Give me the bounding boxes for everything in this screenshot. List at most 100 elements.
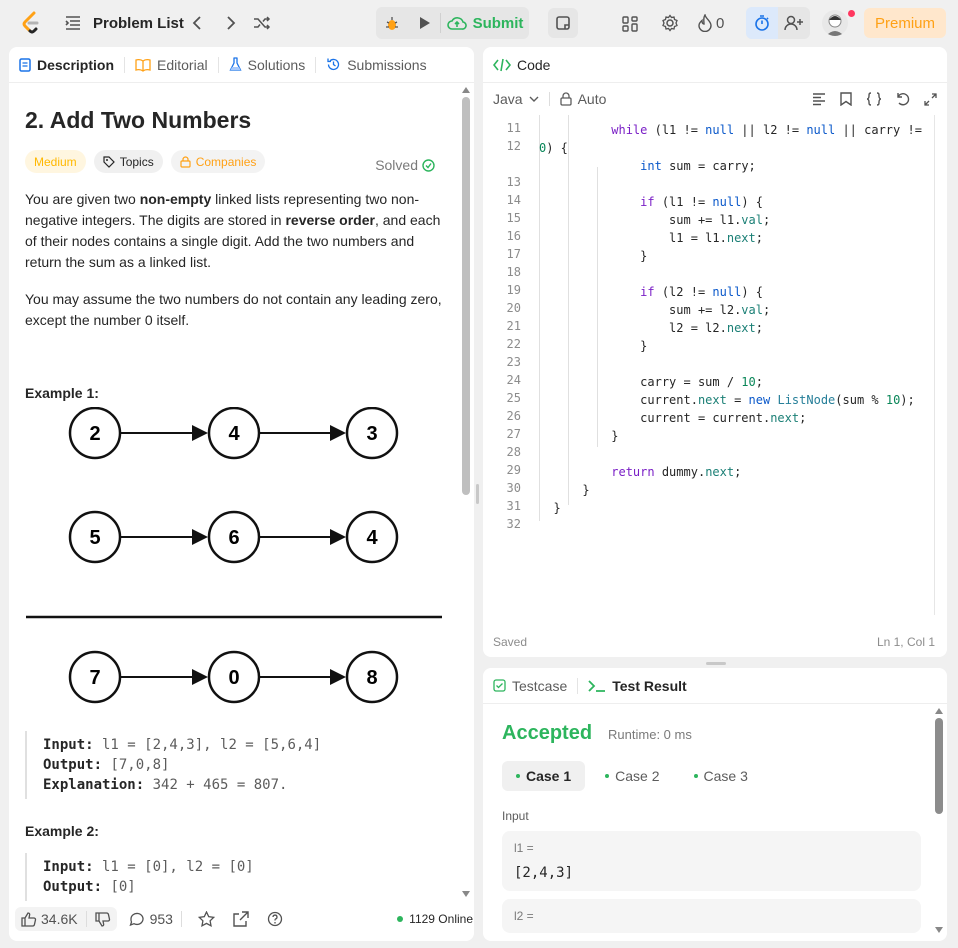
- cursor-position: Ln 1, Col 1: [876, 635, 935, 649]
- result-content: Accepted Runtime: 0 ms Case 1 Case 2 Cas…: [502, 704, 921, 933]
- thumbs-down-icon[interactable]: [94, 911, 111, 927]
- history-icon: [327, 58, 340, 71]
- add-user-icon[interactable]: [778, 7, 810, 39]
- line-number: 28: [506, 445, 521, 459]
- vertical-resize-handle[interactable]: [476, 484, 479, 504]
- language-select[interactable]: Java: [493, 91, 539, 107]
- comments-button[interactable]: 953: [129, 911, 173, 927]
- tab-solutions-label: Solutions: [247, 56, 306, 73]
- streak-count: 0: [716, 14, 725, 32]
- timer-icon[interactable]: [746, 7, 778, 39]
- tab-case-3[interactable]: Case 3: [680, 761, 762, 791]
- line-number: 32: [506, 517, 521, 531]
- comment-icon: [129, 912, 144, 926]
- submit-label: Submit: [472, 14, 524, 32]
- topics-label: Topics: [119, 154, 154, 169]
- line-number: 23: [506, 355, 521, 369]
- code-content: while (l1 != null || l2 != null || carry…: [539, 123, 922, 515]
- line-number: 11: [506, 121, 521, 135]
- problem-statement: You are given two non-empty linked lists…: [25, 191, 441, 270]
- tab-case-1[interactable]: Case 1: [502, 761, 586, 791]
- next-problem-icon[interactable]: [222, 14, 240, 32]
- problem-constraint-note: You may assume the two numbers do not co…: [25, 291, 442, 328]
- problem-title[interactable]: 2. Add Two Numbers: [25, 107, 451, 134]
- like-count: 34.6K: [41, 911, 78, 927]
- topics-chip[interactable]: Topics: [93, 150, 163, 173]
- line-number: 21: [506, 319, 521, 333]
- flask-icon: [229, 57, 242, 71]
- tab-case-2[interactable]: Case 2: [591, 761, 673, 791]
- submit-button[interactable]: Submit: [441, 7, 529, 39]
- list-node-value: 3: [366, 423, 377, 445]
- lock-icon: [559, 92, 572, 106]
- leetcode-logo-icon[interactable]: [20, 11, 42, 35]
- shuffle-icon[interactable]: [252, 13, 272, 33]
- line-number: 15: [506, 211, 521, 225]
- run-button[interactable]: [408, 7, 440, 39]
- verdict-label: Accepted: [502, 722, 593, 744]
- list-node-value: 4: [366, 527, 378, 549]
- description-panel: Description Editorial Solutions Submissi…: [9, 47, 474, 941]
- checkbox-icon: [493, 679, 506, 692]
- tab-testcase[interactable]: Testcase: [483, 678, 577, 694]
- result-scrollbar[interactable]: [934, 708, 944, 933]
- avatar[interactable]: [822, 10, 848, 36]
- line-number: 20: [506, 301, 521, 315]
- help-icon[interactable]: [267, 911, 283, 927]
- tab-code[interactable]: Code: [483, 57, 560, 73]
- l1-value: [2,4,3]: [514, 865, 574, 881]
- settings-gear-icon[interactable]: [660, 13, 680, 33]
- auto-mode-toggle[interactable]: Auto: [559, 91, 606, 107]
- line-number: 25: [506, 391, 521, 405]
- expand-icon[interactable]: [924, 92, 937, 106]
- tab-solutions[interactable]: Solutions: [219, 57, 316, 73]
- input-l1-box: l1 = [2,4,3]: [502, 831, 921, 891]
- companies-label: Companies: [195, 154, 257, 169]
- description-tabs: Description Editorial Solutions Submissi…: [9, 47, 474, 83]
- online-count: 1129 Online: [409, 912, 473, 926]
- star-icon[interactable]: [197, 911, 215, 927]
- test-result-panel: Testcase Test Result Accepted Runtime: 0…: [483, 668, 947, 941]
- problem-list-link[interactable]: Problem List: [93, 15, 184, 32]
- tab-editorial[interactable]: Editorial: [125, 57, 218, 73]
- code-editor[interactable]: 11 12 13 14 15 16 17 18 19 20 21 22 23 24 25 26 27 28 29 30…: [483, 115, 935, 635]
- problem-list-icon[interactable]: [64, 14, 82, 32]
- run-submit-group: Submit: [376, 7, 529, 39]
- format-lines-icon[interactable]: [812, 92, 826, 106]
- tab-description[interactable]: Description: [9, 57, 124, 73]
- line-number: 16: [506, 229, 521, 243]
- tab-submissions[interactable]: Submissions: [316, 57, 436, 73]
- top-bar: Problem List Submit 0 Premium: [0, 0, 958, 46]
- book-icon: [135, 58, 151, 72]
- save-status: Saved: [493, 635, 528, 649]
- line-number: 22: [506, 337, 521, 351]
- reset-undo-icon[interactable]: [896, 92, 910, 106]
- curly-braces-icon[interactable]: [866, 92, 882, 106]
- timer-share-group: [746, 7, 810, 39]
- premium-button[interactable]: Premium: [864, 8, 946, 38]
- description-scrollbar[interactable]: [461, 87, 471, 897]
- streak-counter[interactable]: 0: [698, 13, 724, 33]
- check-circle-icon: [422, 158, 435, 172]
- list-node-value: 2: [89, 423, 100, 445]
- like-button[interactable]: 34.6K: [15, 907, 117, 931]
- cloud-upload-icon: [446, 17, 467, 30]
- layout-icon[interactable]: [620, 14, 640, 34]
- companies-chip[interactable]: Companies: [170, 150, 266, 173]
- code-panel-header: Code: [483, 47, 947, 83]
- line-number: 26: [506, 409, 521, 423]
- line-number: 17: [506, 247, 521, 261]
- share-icon[interactable]: [233, 911, 249, 927]
- debug-button[interactable]: [376, 7, 408, 39]
- horizontal-resize-handle[interactable]: [706, 662, 726, 665]
- prev-problem-icon[interactable]: [188, 14, 206, 32]
- bookmark-icon[interactable]: [840, 92, 852, 106]
- tab-testcase-label: Testcase: [512, 677, 568, 694]
- notes-button[interactable]: [548, 8, 578, 38]
- tab-test-result[interactable]: Test Result: [578, 678, 696, 694]
- description-footer: 34.6K 953 1129 Online: [9, 897, 474, 941]
- line-number: 24: [506, 373, 521, 387]
- tab-editorial-label: Editorial: [157, 56, 208, 73]
- list-node-value: 4: [228, 423, 240, 445]
- notification-dot: [848, 10, 855, 17]
